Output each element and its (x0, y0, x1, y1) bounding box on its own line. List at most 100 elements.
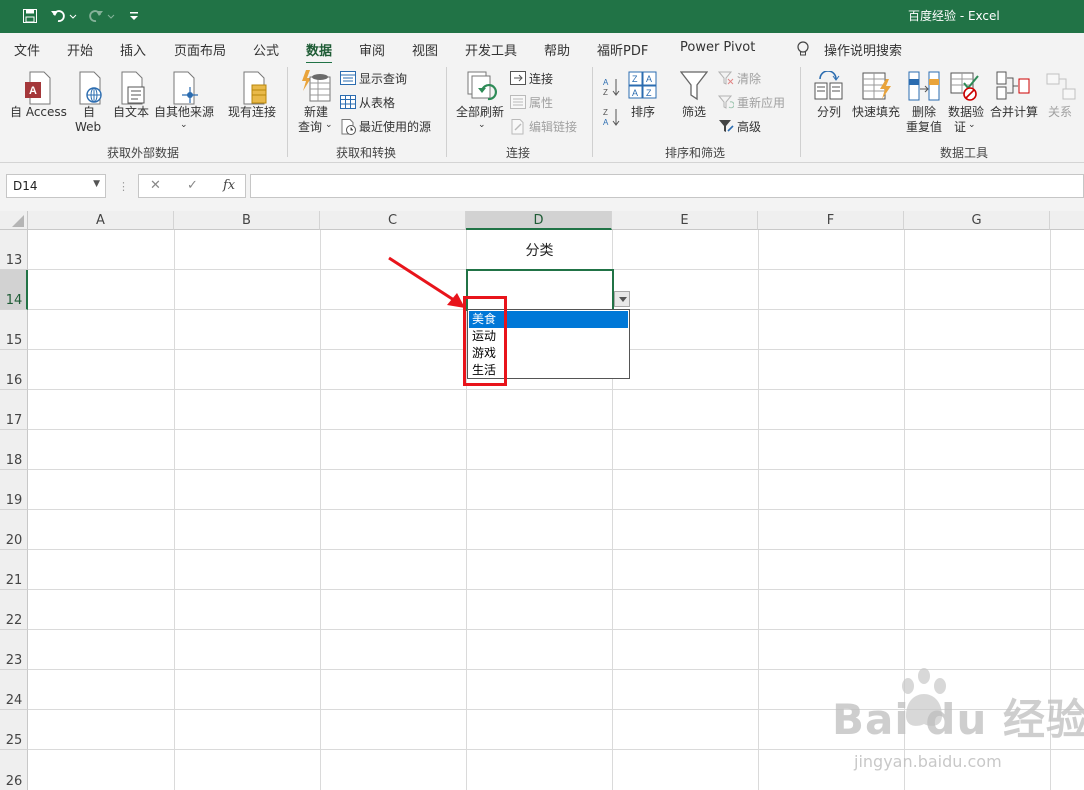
column-header-f[interactable]: F (758, 211, 904, 230)
column-header-g[interactable]: G (904, 211, 1050, 230)
existing-connections-icon[interactable] (240, 71, 270, 108)
remove-duplicates-icon[interactable] (908, 71, 940, 104)
customize-icon[interactable] (126, 6, 142, 26)
row-header-19[interactable]: 19 (0, 470, 28, 510)
tab-view[interactable]: 视图 (412, 40, 438, 59)
tab-developer[interactable]: 开发工具 (465, 40, 517, 59)
table-icon[interactable] (340, 95, 356, 112)
tab-file[interactable]: 文件 (14, 40, 40, 59)
from-text-button[interactable]: 自文本 (113, 105, 149, 119)
select-all-corner[interactable] (0, 211, 28, 230)
refresh-all-button[interactable]: 全部刷新 (456, 105, 504, 119)
validation-dropdown-button[interactable] (614, 291, 630, 307)
filter-icon[interactable] (679, 71, 709, 104)
connections-icon[interactable] (510, 71, 526, 88)
chevron-down-icon[interactable]: ⌄ (968, 118, 976, 132)
column-header-d[interactable]: D (466, 211, 612, 230)
column-header-c[interactable]: C (320, 211, 466, 230)
tab-review[interactable]: 审阅 (359, 40, 385, 59)
separator (446, 67, 447, 157)
row-header-25[interactable]: 25 (0, 710, 28, 750)
svg-text:A: A (632, 88, 638, 98)
tab-help[interactable]: 帮助 (544, 40, 570, 59)
undo-icon[interactable] (48, 6, 80, 26)
from-table-button[interactable]: 从表格 (359, 96, 395, 110)
advanced-filter-icon[interactable] (718, 119, 734, 136)
row-header-23[interactable]: 23 (0, 630, 28, 670)
sort-az-icon[interactable]: AZ (603, 77, 621, 100)
tab-home[interactable]: 开始 (67, 40, 93, 59)
data-validation-button-line1[interactable]: 数据验 (948, 105, 984, 119)
recent-sources-icon[interactable] (340, 119, 356, 138)
chevron-down-icon[interactable]: ⌄ (180, 118, 188, 132)
tell-me-search[interactable]: 操作说明搜索 (824, 40, 902, 59)
chevron-down-icon[interactable]: ⌄ (325, 118, 333, 132)
tab-foxit-pdf[interactable]: 福昕PDF (597, 40, 648, 59)
data-validation-button-line2[interactable]: 证 (954, 120, 966, 134)
lightbulb-icon[interactable] (796, 41, 810, 60)
column-header-b[interactable]: B (174, 211, 320, 230)
from-access-button[interactable]: 自 Access (10, 105, 67, 119)
access-icon[interactable]: A (24, 71, 54, 108)
row-header-21[interactable]: 21 (0, 550, 28, 590)
insert-function-icon[interactable]: fx (223, 178, 235, 193)
enter-icon[interactable]: ✓ (187, 178, 198, 193)
show-queries-icon[interactable] (340, 71, 356, 88)
consolidate-button[interactable]: 合并计算 (990, 105, 1038, 119)
web-icon[interactable] (76, 71, 106, 108)
column-header-h[interactable] (1050, 211, 1084, 230)
row-header-24[interactable]: 24 (0, 670, 28, 710)
chevron-down-icon[interactable]: ⌄ (478, 118, 486, 132)
show-queries-button[interactable]: 显示查询 (359, 72, 407, 86)
data-validation-icon[interactable] (950, 71, 982, 104)
tab-formulas[interactable]: 公式 (253, 40, 279, 59)
row-header-22[interactable]: 22 (0, 590, 28, 630)
new-query-button-line2[interactable]: 查询 (298, 120, 322, 134)
text-to-columns-button[interactable]: 分列 (817, 105, 841, 119)
sort-button[interactable]: 排序 (631, 105, 655, 119)
new-query-icon[interactable] (300, 69, 332, 106)
sort-icon[interactable]: ZAAZ (628, 71, 658, 102)
row-header-17[interactable]: 17 (0, 390, 28, 430)
row-header-26[interactable]: 26 (0, 750, 28, 790)
tab-data[interactable]: 数据 (306, 40, 333, 65)
tab-page-layout[interactable]: 页面布局 (174, 40, 226, 59)
filter-button[interactable]: 筛选 (682, 105, 706, 119)
other-sources-icon[interactable] (170, 71, 200, 108)
tab-power-pivot[interactable]: Power Pivot (680, 40, 755, 55)
row-header-15[interactable]: 15 (0, 310, 28, 350)
row-header-20[interactable]: 20 (0, 510, 28, 550)
text-file-icon[interactable] (118, 71, 146, 108)
row-header-13[interactable]: 13 (0, 230, 28, 270)
connections-button[interactable]: 连接 (529, 72, 553, 86)
advanced-button[interactable]: 高级 (737, 120, 761, 134)
save-icon[interactable] (20, 6, 40, 26)
column-header-e[interactable]: E (612, 211, 758, 230)
formula-input[interactable] (250, 174, 1084, 198)
row-header-16[interactable]: 16 (0, 350, 28, 390)
redo-icon[interactable] (86, 6, 118, 26)
tab-insert[interactable]: 插入 (120, 40, 146, 59)
flash-fill-button[interactable]: 快速填充 (852, 105, 900, 119)
from-web-button-line2[interactable]: Web (75, 120, 101, 134)
chevron-down-icon[interactable]: ▼ (93, 179, 100, 189)
row-header-14[interactable]: 14 (0, 270, 28, 310)
cell-d13[interactable]: 分类 (467, 240, 612, 260)
cancel-icon[interactable]: ✕ (150, 178, 161, 193)
new-query-button-line1[interactable]: 新建 (304, 105, 328, 119)
text-to-columns-icon[interactable] (814, 70, 844, 104)
consolidate-icon[interactable] (996, 71, 1030, 104)
column-header-a[interactable]: A (28, 211, 174, 230)
existing-connections-button[interactable]: 现有连接 (228, 105, 276, 119)
remove-duplicates-button-line1[interactable]: 删除 (912, 105, 936, 119)
from-web-button-line1[interactable]: 自 (83, 105, 95, 119)
from-other-sources-button[interactable]: 自其他来源 (154, 105, 214, 119)
recent-sources-button[interactable]: 最近使用的源 (359, 120, 431, 134)
sort-za-icon[interactable]: ZA (603, 107, 621, 130)
refresh-all-icon[interactable] (466, 71, 498, 108)
row-header-18[interactable]: 18 (0, 430, 28, 470)
formula-bar-splitter[interactable]: ⋮ (118, 180, 129, 193)
name-box[interactable]: D14 ▼ (6, 174, 106, 198)
remove-duplicates-button-line2[interactable]: 重复值 (906, 120, 942, 134)
flash-fill-icon[interactable] (862, 71, 892, 104)
